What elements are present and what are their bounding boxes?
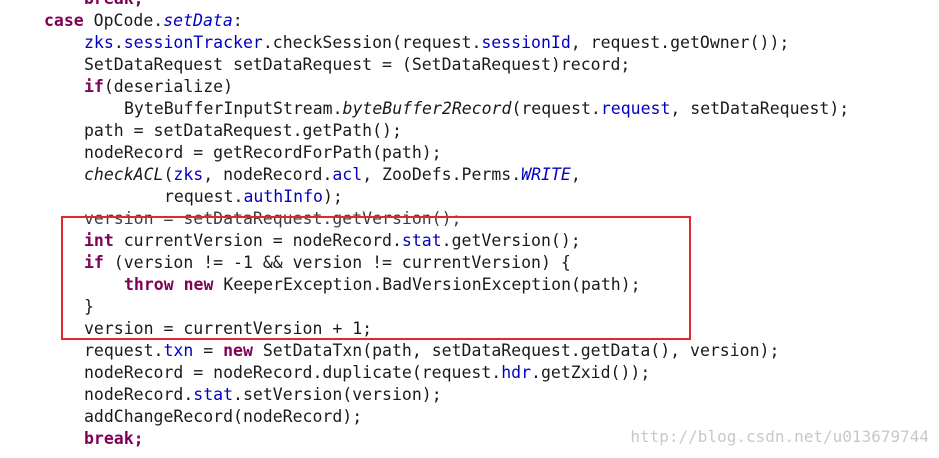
code-text: ByteBufferInputStream. [124,99,343,118]
code-text: .getVersion(); [441,231,581,250]
code-text: (version != -1 && version != currentVers… [103,253,571,272]
code-text: , request.getOwner()); [570,33,790,52]
code-token: stat [193,385,234,404]
code-line: zks.sessionTracker.checkSession(request.… [84,32,789,54]
code-text: KeeperException.BadVersionException(path… [213,275,641,294]
code-text: SetDataRequest setDataRequest = (SetData… [84,55,631,74]
code-text: nodeRecord = nodeRecord.duplicate(reques… [84,363,502,382]
code-text: } [84,297,94,316]
code-text: request. [84,341,164,360]
code-text: nodeRecord = getRecordForPath(path); [84,143,442,162]
code-token: version = setDataRequest.getVersion(); [84,209,462,228]
code-line: } [84,296,94,318]
code-line: path = setDataRequest.getPath(); [84,120,402,142]
code-token: request [600,99,671,118]
code-text: version = currentVersion + 1; [84,319,373,338]
code-keyword: throw [124,275,174,294]
code-keyword: new [183,275,214,294]
code-line: if(deserialize) [84,76,233,98]
code-text: . [113,33,124,52]
code-token: hdr [501,363,532,382]
code-line: int currentVersion = nodeRecord.stat.get… [84,230,581,252]
code-text: .getZxid()); [531,363,651,382]
code-token: sessionTracker [123,33,263,52]
code-text: nodeRecord. [84,385,194,404]
code-line: request.authInfo); [164,186,343,208]
code-keyword: if [84,77,104,96]
code-keyword: if [84,253,104,272]
code-line: SetDataRequest setDataRequest = (SetData… [84,54,630,76]
code-editor: break;case OpCode.setData:zks.sessionTra… [0,0,939,458]
code-text: , ZooDefs.Perms. [362,165,522,184]
code-line: break; [84,428,144,450]
code-token: zks [84,33,114,52]
code-line: request.txn = new SetDataTxn(path, setDa… [84,340,779,362]
code-text: ); [322,187,343,206]
code-text: currentVersion = nodeRecord. [113,231,402,250]
code-token: authInfo [243,187,323,206]
code-line: version = setDataRequest.getVersion(); [84,208,462,230]
code-text: (request. [511,99,601,118]
code-text: , nodeRecord. [203,165,333,184]
code-text: SetDataTxn(path, setDataRequest.getData(… [252,341,780,360]
code-text: (deserialize) [103,77,234,96]
code-text: path = setDataRequest.getPath(); [84,121,402,140]
code-line: throw new KeeperException.BadVersionExce… [124,274,641,296]
code-token: txn [163,341,194,360]
code-token: checkACL [84,165,164,184]
code-text: , setDataRequest); [670,99,850,118]
code-token: acl [332,165,363,184]
code-text: : [232,11,243,30]
code-token: byteBuffer2Record [342,99,512,118]
code-line: ByteBufferInputStream.byteBuffer2Record(… [124,98,849,120]
code-text: addChangeRecord(nodeRecord); [84,407,363,426]
code-keyword: int [84,231,114,250]
code-token: WRITE [521,165,571,184]
code-keyword: case [44,11,84,30]
code-text: OpCode. [83,11,164,30]
code-line: break; [84,0,144,10]
code-token: setData [163,11,233,30]
code-text: , [570,165,581,184]
code-keyword: break; [84,0,144,8]
code-line: if (version != -1 && version != currentV… [84,252,571,274]
code-text: .setVersion(version); [233,385,442,404]
code-line: addChangeRecord(nodeRecord); [84,406,362,428]
code-line: nodeRecord.stat.setVersion(version); [84,384,442,406]
code-text: request. [164,187,244,206]
code-text: .checkSession(request. [262,33,482,52]
code-token: stat [401,231,442,250]
watermark: http://blog.csdn.net/u013679744 [630,427,929,446]
code-line: case OpCode.setData: [44,10,243,32]
code-line: nodeRecord = nodeRecord.duplicate(reques… [84,362,650,384]
code-token: zks [173,165,204,184]
code-line: version = currentVersion + 1; [84,318,372,340]
code-line: nodeRecord = getRecordForPath(path); [84,142,442,164]
code-keyword: break; [84,429,144,448]
code-text: = [193,341,224,360]
code-line: checkACL(zks, nodeRecord.acl, ZooDefs.Pe… [84,164,581,186]
code-token: sessionId [481,33,571,52]
code-keyword: new [223,341,253,360]
code-text: ( [163,165,174,184]
